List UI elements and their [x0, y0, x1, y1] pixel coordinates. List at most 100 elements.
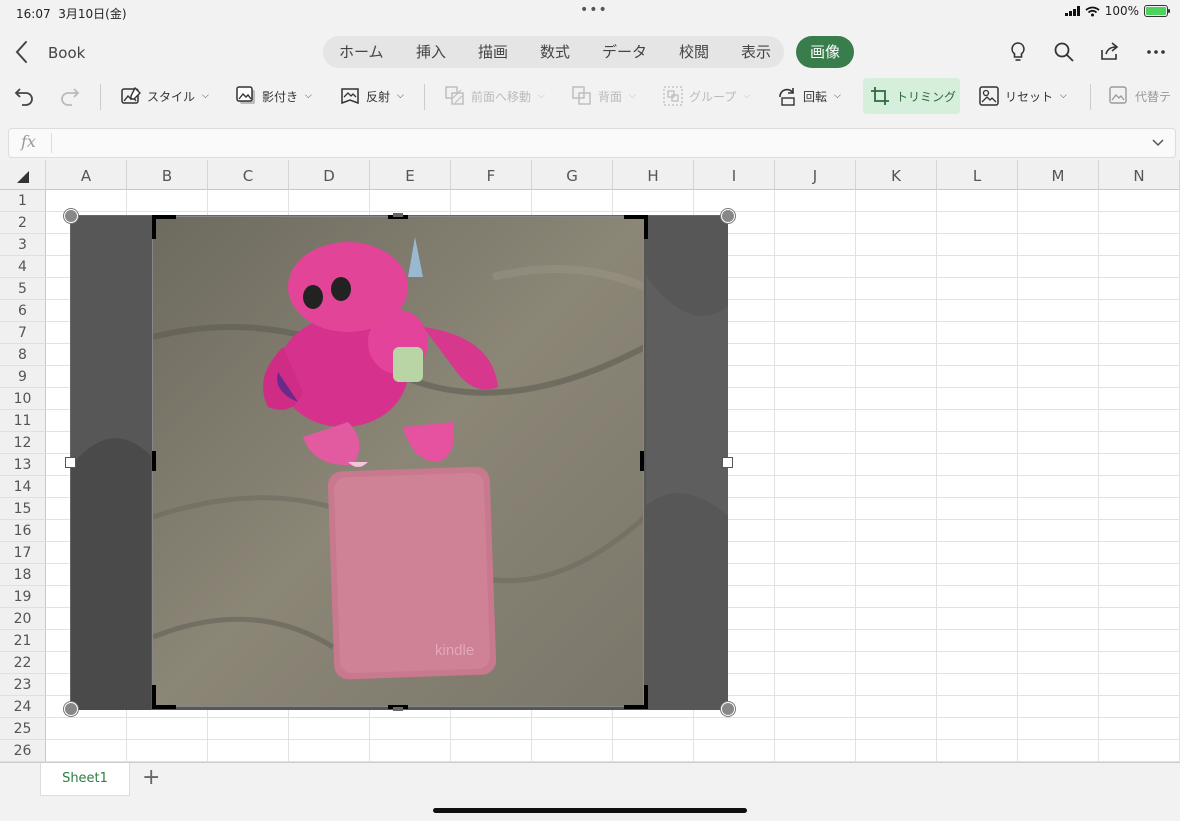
row-gridline [46, 211, 1180, 212]
row-header-1[interactable]: 1 [0, 190, 46, 212]
row-header-19[interactable]: 19 [0, 586, 46, 608]
formula-bar[interactable]: fx [8, 128, 1176, 158]
row-header-5[interactable]: 5 [0, 278, 46, 300]
function-icon[interactable]: fx [21, 132, 36, 151]
tab-picture[interactable]: 画像 [796, 36, 855, 68]
column-header-l[interactable]: L [937, 160, 1018, 190]
wifi-icon [1085, 6, 1100, 16]
group-button[interactable]: グループ ⌵ [662, 78, 750, 114]
row-header-25[interactable]: 25 [0, 718, 46, 740]
column-header-f[interactable]: F [451, 160, 532, 190]
add-sheet-icon[interactable]: + [142, 765, 160, 790]
tab-view[interactable]: 表示 [741, 36, 771, 68]
row-header-13[interactable]: 13 [0, 454, 46, 476]
row-header-7[interactable]: 7 [0, 322, 46, 344]
resize-handle-left[interactable] [65, 457, 76, 468]
bring-forward-button[interactable]: 前面へ移動 ⌵ [444, 78, 545, 114]
column-header-e[interactable]: E [370, 160, 451, 190]
send-backward-label: 背面 [598, 89, 623, 104]
column-header-b[interactable]: B [127, 160, 208, 190]
row-header-8[interactable]: 8 [0, 344, 46, 366]
crop-frame[interactable] [150, 213, 650, 711]
column-header-j[interactable]: J [775, 160, 856, 190]
bring-forward-icon [445, 86, 464, 105]
resize-handle-right[interactable] [722, 457, 733, 468]
row-header-3[interactable]: 3 [0, 234, 46, 256]
chevron-down-icon: ⌵ [629, 91, 636, 101]
document-name: Book [48, 44, 86, 62]
tab-insert[interactable]: 挿入 [416, 36, 446, 68]
crop-icon [871, 87, 889, 105]
resize-handle-bottom-left[interactable] [64, 702, 78, 716]
bring-forward-label: 前面へ移動 [471, 89, 532, 104]
column-header-n[interactable]: N [1099, 160, 1180, 190]
reset-button[interactable]: リセット ⌵ [978, 78, 1067, 114]
column-header-a[interactable]: A [46, 160, 127, 190]
home-indicator[interactable] [433, 808, 747, 813]
alt-text-button[interactable]: 代替テ [1108, 78, 1171, 114]
formula-divider [51, 133, 52, 153]
row-header-9[interactable]: 9 [0, 366, 46, 388]
resize-handle-top-right[interactable] [721, 209, 735, 223]
row-header-17[interactable]: 17 [0, 542, 46, 564]
more-options-icon[interactable] [1144, 40, 1168, 64]
reset-label: リセット [1005, 89, 1054, 104]
row-header-18[interactable]: 18 [0, 564, 46, 586]
row-header-12[interactable]: 12 [0, 432, 46, 454]
title-bar: Book ホーム 挿入 描画 数式 データ 校閲 表示 画像 [0, 28, 1180, 76]
row-header-6[interactable]: 6 [0, 300, 46, 322]
multitask-dots-icon[interactable]: ••• [580, 2, 608, 18]
expand-formula-chevron-icon[interactable] [1151, 135, 1165, 149]
column-header-m[interactable]: M [1018, 160, 1099, 190]
alt-text-label: 代替テ [1135, 89, 1172, 104]
row-header-22[interactable]: 22 [0, 652, 46, 674]
row-header-2[interactable]: 2 [0, 212, 46, 234]
picture-shadow-icon [236, 86, 255, 104]
back-chevron-icon[interactable] [12, 38, 32, 66]
shadow-button[interactable]: 影付き ⌵ [235, 78, 312, 114]
row-header-20[interactable]: 20 [0, 608, 46, 630]
row-header-26[interactable]: 26 [0, 740, 46, 762]
row-header-23[interactable]: 23 [0, 674, 46, 696]
row-header-14[interactable]: 14 [0, 476, 46, 498]
reset-picture-icon [979, 86, 999, 106]
redo-icon[interactable] [58, 84, 82, 108]
share-icon[interactable] [1098, 40, 1122, 64]
row-header-15[interactable]: 15 [0, 498, 46, 520]
column-header-d[interactable]: D [289, 160, 370, 190]
column-header-i[interactable]: I [694, 160, 775, 190]
reflection-button[interactable]: 反射 ⌵ [339, 78, 404, 114]
tab-home[interactable]: ホーム [339, 36, 384, 68]
row-header-10[interactable]: 10 [0, 388, 46, 410]
tab-draw[interactable]: 描画 [478, 36, 508, 68]
undo-icon[interactable] [12, 84, 36, 108]
search-icon[interactable] [1052, 40, 1076, 64]
row-header-24[interactable]: 24 [0, 696, 46, 718]
select-all-corner[interactable] [0, 160, 46, 190]
row-header-16[interactable]: 16 [0, 520, 46, 542]
column-header-g[interactable]: G [532, 160, 613, 190]
row-header-11[interactable]: 11 [0, 410, 46, 432]
send-backward-button[interactable]: 背面 ⌵ [571, 78, 636, 114]
tab-formulas[interactable]: 数式 [540, 36, 570, 68]
column-header-k[interactable]: K [856, 160, 937, 190]
toolbar-divider [424, 84, 425, 110]
rotate-icon [779, 88, 795, 106]
resize-handle-top-left[interactable] [64, 209, 78, 223]
resize-handle-bottom-right[interactable] [721, 702, 735, 716]
chevron-down-icon: ⌵ [1060, 91, 1067, 101]
column-header-c[interactable]: C [208, 160, 289, 190]
column-header-h[interactable]: H [613, 160, 694, 190]
rotate-button[interactable]: 回転 ⌵ [776, 78, 841, 114]
crop-handle-top-right [624, 215, 648, 239]
row-header-4[interactable]: 4 [0, 256, 46, 278]
tab-review[interactable]: 校閲 [679, 36, 709, 68]
style-button[interactable]: スタイル ⌵ [120, 78, 209, 114]
lightbulb-icon[interactable] [1006, 40, 1030, 64]
sheet-tab[interactable]: Sheet1 [40, 763, 130, 796]
crop-label: トリミング [896, 89, 957, 104]
status-right: 100% [1064, 4, 1170, 18]
tab-data[interactable]: データ [602, 36, 647, 68]
crop-button[interactable]: トリミング [863, 78, 960, 114]
row-header-21[interactable]: 21 [0, 630, 46, 652]
